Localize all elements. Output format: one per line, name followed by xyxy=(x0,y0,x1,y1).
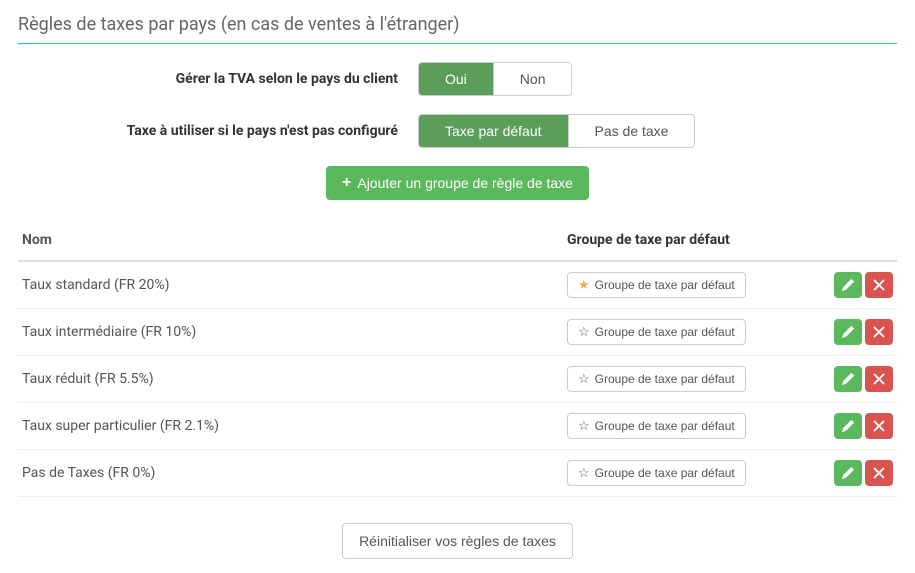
row-name: Taux standard (FR 20%) xyxy=(18,261,563,309)
table-row: Taux super particulier (FR 2.1%) ☆ Groupe … xyxy=(18,403,897,450)
pencil-icon xyxy=(842,326,854,338)
row-default-cell: ☆ Groupe de taxe par défaut xyxy=(563,403,809,450)
delete-button[interactable] xyxy=(865,319,893,345)
star-outline-icon: ☆ xyxy=(578,465,590,481)
edit-button[interactable] xyxy=(834,413,862,439)
fallback-toggle-label: Taxe à utiliser si le pays n'est pas con… xyxy=(18,123,418,139)
delete-button[interactable] xyxy=(865,413,893,439)
set-default-button[interactable]: ☆ Groupe de taxe par défaut xyxy=(567,319,746,345)
edit-button[interactable] xyxy=(834,272,862,298)
close-icon xyxy=(873,420,885,432)
row-actions xyxy=(809,356,897,403)
header-default-group: Groupe de taxe par défaut xyxy=(563,222,809,261)
set-default-label: Groupe de taxe par défaut xyxy=(595,325,735,339)
row-actions xyxy=(809,309,897,356)
set-default-button[interactable]: ☆ Groupe de taxe par défaut xyxy=(567,366,746,392)
set-default-label: Groupe de taxe par défaut xyxy=(595,278,735,292)
row-default-cell: ☆ Groupe de taxe par défaut xyxy=(563,309,809,356)
star-filled-icon: ★ xyxy=(578,277,590,293)
pencil-icon xyxy=(842,420,854,432)
reset-tax-rules-button[interactable]: Réinitialiser vos règles de taxes xyxy=(342,523,573,559)
set-default-label: Groupe de taxe par défaut xyxy=(595,466,735,480)
tax-rules-table: Nom Groupe de taxe par défaut Taux stand… xyxy=(18,222,897,497)
vat-toggle-group: Oui Non xyxy=(418,62,572,96)
vat-toggle-no[interactable]: Non xyxy=(494,63,572,95)
star-outline-icon: ☆ xyxy=(578,418,590,434)
vat-toggle-yes[interactable]: Oui xyxy=(419,63,494,95)
footer-row: Réinitialiser vos règles de taxes xyxy=(18,523,897,559)
edit-button[interactable] xyxy=(834,366,862,392)
row-default-cell: ★ Groupe de taxe par défaut xyxy=(563,261,809,309)
header-actions xyxy=(809,222,897,261)
add-row: + Ajouter un groupe de règle de taxe xyxy=(18,166,897,200)
delete-button[interactable] xyxy=(865,460,893,486)
close-icon xyxy=(873,467,885,479)
close-icon xyxy=(873,326,885,338)
fallback-toggle-group: Taxe par défaut Pas de taxe xyxy=(418,114,695,148)
close-icon xyxy=(873,279,885,291)
table-row: Pas de Taxes (FR 0%) ☆ Groupe de taxe par … xyxy=(18,450,897,497)
close-icon xyxy=(873,373,885,385)
row-name: Taux super particulier (FR 2.1%) xyxy=(18,403,563,450)
edit-button[interactable] xyxy=(834,460,862,486)
vat-toggle-row: Gérer la TVA selon le pays du client Oui… xyxy=(18,62,897,96)
set-default-button[interactable]: ☆ Groupe de taxe par défaut xyxy=(567,413,746,439)
set-default-button[interactable]: ★ Groupe de taxe par défaut xyxy=(567,272,746,298)
set-default-button[interactable]: ☆ Groupe de taxe par défaut xyxy=(567,460,746,486)
table-row: Taux réduit (FR 5.5%) ☆ Groupe de taxe par… xyxy=(18,356,897,403)
row-name: Taux intermédiaire (FR 10%) xyxy=(18,309,563,356)
row-default-cell: ☆ Groupe de taxe par défaut xyxy=(563,450,809,497)
add-tax-group-button[interactable]: + Ajouter un groupe de règle de taxe xyxy=(326,166,589,200)
row-actions xyxy=(809,403,897,450)
row-actions xyxy=(809,450,897,497)
pencil-icon xyxy=(842,467,854,479)
plus-icon: + xyxy=(342,175,351,191)
section-title: Règles de taxes par pays (en cas de vent… xyxy=(18,14,897,44)
add-tax-group-label: Ajouter un groupe de règle de taxe xyxy=(357,175,573,191)
edit-button[interactable] xyxy=(834,319,862,345)
pencil-icon xyxy=(842,279,854,291)
star-outline-icon: ☆ xyxy=(578,324,590,340)
fallback-toggle-default[interactable]: Taxe par défaut xyxy=(419,115,569,147)
set-default-label: Groupe de taxe par défaut xyxy=(595,372,735,386)
table-row: Taux intermédiaire (FR 10%) ☆ Groupe de ta… xyxy=(18,309,897,356)
delete-button[interactable] xyxy=(865,272,893,298)
row-actions xyxy=(809,261,897,309)
pencil-icon xyxy=(842,373,854,385)
vat-toggle-label: Gérer la TVA selon le pays du client xyxy=(18,71,418,87)
fallback-toggle-none[interactable]: Pas de taxe xyxy=(569,115,695,147)
table-row: Taux standard (FR 20%) ★ Groupe de taxe pa… xyxy=(18,261,897,309)
row-name: Taux réduit (FR 5.5%) xyxy=(18,356,563,403)
star-outline-icon: ☆ xyxy=(578,371,590,387)
set-default-label: Groupe de taxe par défaut xyxy=(595,419,735,433)
delete-button[interactable] xyxy=(865,366,893,392)
row-default-cell: ☆ Groupe de taxe par défaut xyxy=(563,356,809,403)
fallback-toggle-row: Taxe à utiliser si le pays n'est pas con… xyxy=(18,114,897,148)
row-name: Pas de Taxes (FR 0%) xyxy=(18,450,563,497)
header-name: Nom xyxy=(18,222,563,261)
